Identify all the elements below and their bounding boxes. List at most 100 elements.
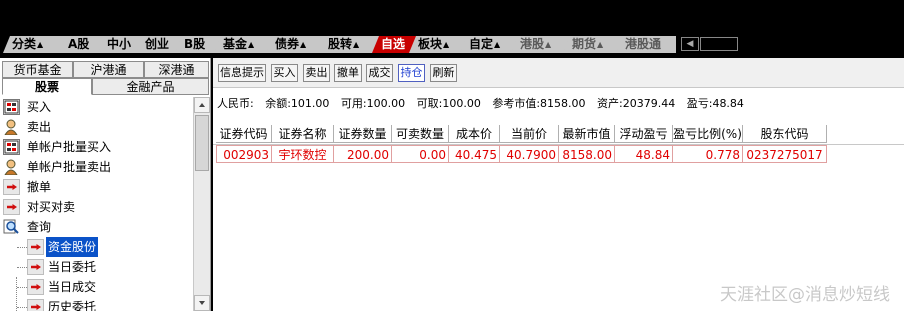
tab-arrow-icon: ▲: [597, 40, 604, 49]
tab-funds[interactable]: 基金▲: [214, 36, 273, 53]
cell-floating-pnl: 48.84: [615, 145, 673, 163]
batch-buy-icon: [3, 139, 20, 155]
refresh-button[interactable]: 刷新: [430, 64, 457, 82]
tab-scroll-left-button[interactable]: ◀: [681, 37, 699, 51]
tab-futures[interactable]: 期货▲: [563, 36, 623, 53]
tab-financial-products[interactable]: 金融产品: [92, 78, 209, 95]
tab-sectors[interactable]: 板块▲: [409, 36, 467, 53]
column-header[interactable]: 成本价: [449, 125, 500, 143]
tab-arrow-icon: ▲: [545, 40, 552, 49]
tab-bonds[interactable]: 债券▲: [266, 36, 327, 53]
cancel-order-button[interactable]: 撤单: [334, 64, 362, 82]
tab-label: 自定: [469, 37, 494, 51]
column-header[interactable]: 可卖数量: [392, 125, 449, 143]
column-header[interactable]: 证券代码: [216, 125, 272, 143]
arrow-icon: [27, 239, 44, 255]
tab-a-shares[interactable]: A股: [59, 36, 106, 53]
tree-item-label: 查询: [27, 220, 52, 234]
market-tab-bar: 分类▲ A股 中小 创业 B股 基金▲ 债券▲ 股转▲ 自选 板块▲ 自定▲ 港…: [0, 35, 904, 53]
scroll-up-button[interactable]: [194, 97, 210, 113]
tab-label: 中小: [107, 37, 132, 51]
arrow-icon: [27, 279, 44, 295]
tab-b-shares[interactable]: B股: [175, 36, 222, 53]
tab-label: 港股通: [625, 37, 662, 51]
function-tree: 买入 卖出 单帐户批量买入 单帐户批量卖出 撤单 对买对卖 查询 资金股份 当日…: [0, 97, 193, 311]
button-label: 刷新: [432, 66, 455, 79]
tab-chinext[interactable]: 创业: [136, 36, 182, 53]
account-summary: 人民币: 余额:101.00 可用:100.00 可取:100.00 参考市值:…: [217, 95, 752, 111]
tree-scrollbar[interactable]: [193, 97, 210, 311]
market-value: 参考市值:8158.00: [492, 97, 586, 110]
tree-item-label: 当日成交: [48, 280, 97, 294]
column-header[interactable]: 当前价: [500, 125, 559, 143]
sell-button[interactable]: 卖出: [303, 64, 330, 82]
tab-shanghai-hk-connect[interactable]: 沪港通: [73, 61, 144, 78]
tree-connector: [16, 277, 17, 311]
column-header[interactable]: 股东代码: [743, 125, 827, 143]
tab-sme[interactable]: 中小: [98, 36, 143, 53]
tab-money-fund[interactable]: 货币基金: [2, 61, 73, 78]
tab-arrow-icon: ▲: [494, 40, 501, 49]
cell-market-value: 8158.00: [559, 145, 615, 163]
tree-item-funds-holdings[interactable]: 资金股份: [0, 237, 193, 257]
button-label: 买入: [273, 66, 296, 79]
action-toolbar: 信息提示 买入 卖出 撤单 成交 持仓 刷新: [213, 58, 904, 88]
button-label: 成交: [368, 66, 391, 79]
balance-value: 余额:101.00: [265, 97, 330, 110]
tab-label: 板块: [418, 37, 443, 51]
withdrawable-value: 可取:100.00: [416, 97, 481, 110]
tab-label: 金融产品: [126, 80, 175, 94]
buy-button[interactable]: 买入: [271, 64, 298, 82]
cell-shareholder-code: 0237275017: [743, 145, 827, 163]
tree-item-label: 单帐户批量买入: [27, 140, 112, 154]
scroll-down-button[interactable]: [194, 295, 210, 311]
tab-shenzhen-hk-connect[interactable]: 深港通: [144, 61, 209, 78]
total-assets-value: 资产:20379.44: [597, 97, 676, 110]
tab-category[interactable]: 分类▲: [3, 36, 68, 53]
tree-item-label: 资金股份: [46, 237, 99, 257]
tree-connector: [17, 307, 27, 308]
watermark: 天涯社区@消息炒短线: [720, 285, 890, 305]
tab-label: 债券: [275, 37, 300, 51]
tab-label: 深港通: [158, 63, 195, 77]
tab-label: A股: [68, 37, 90, 51]
cell-pnl-ratio: 0.778: [673, 145, 743, 163]
tree-item-label: 买入: [27, 100, 52, 114]
positions-button[interactable]: 持仓: [398, 64, 425, 82]
tab-arrow-icon: ▲: [37, 40, 44, 49]
batch-sell-icon: [3, 159, 20, 176]
cross-trade-arrow-icon: [3, 199, 20, 215]
cell-name: 宇环数控: [272, 145, 334, 163]
tree-connector: [17, 267, 27, 268]
tab-label: 港股: [520, 37, 545, 51]
info-button[interactable]: 信息提示: [218, 64, 266, 82]
tree-item-label: 撤单: [27, 180, 52, 194]
tab-share-transfer[interactable]: 股转▲: [319, 36, 379, 53]
buy-icon: [3, 99, 20, 115]
tab-hk-stocks[interactable]: 港股▲: [511, 36, 570, 53]
column-header[interactable]: 浮动盈亏: [615, 125, 673, 143]
tab-custom[interactable]: 自定▲: [460, 36, 518, 53]
tab-label: 分类: [12, 37, 37, 51]
tab-hk-connect[interactable]: 港股通: [616, 36, 676, 53]
trade-nav-panel: 货币基金 沪港通 深港通 股票 金融产品 买入 卖出 单帐户批量买入 单帐户批量…: [0, 58, 211, 311]
tab-label: 期货: [572, 37, 597, 51]
trades-button[interactable]: 成交: [366, 64, 393, 82]
sell-person-icon: [3, 119, 20, 136]
tab-label: 创业: [145, 37, 170, 51]
tree-connector: [17, 287, 27, 288]
tab-label: 股转: [328, 37, 353, 51]
holdings-panel: 信息提示 买入 卖出 撤单 成交 持仓 刷新 人民币: 余额:101.00 可用…: [213, 58, 904, 311]
tree-item-label: 对买对卖: [27, 200, 76, 214]
tab-stocks[interactable]: 股票: [2, 78, 92, 95]
tab-watchlist[interactable]: 自选: [372, 36, 416, 53]
column-header[interactable]: 证券数量: [334, 125, 392, 143]
scroll-thumb[interactable]: [195, 115, 209, 171]
column-header[interactable]: 证券名称: [272, 125, 334, 143]
tab-scroll-track[interactable]: [700, 37, 738, 51]
tab-label: 货币基金: [13, 63, 62, 77]
column-header[interactable]: 最新市值: [559, 125, 615, 143]
tab-label: 基金: [223, 37, 248, 51]
tree-item-label: 当日委托: [48, 260, 97, 274]
column-header[interactable]: 盈亏比例(%): [673, 125, 743, 143]
